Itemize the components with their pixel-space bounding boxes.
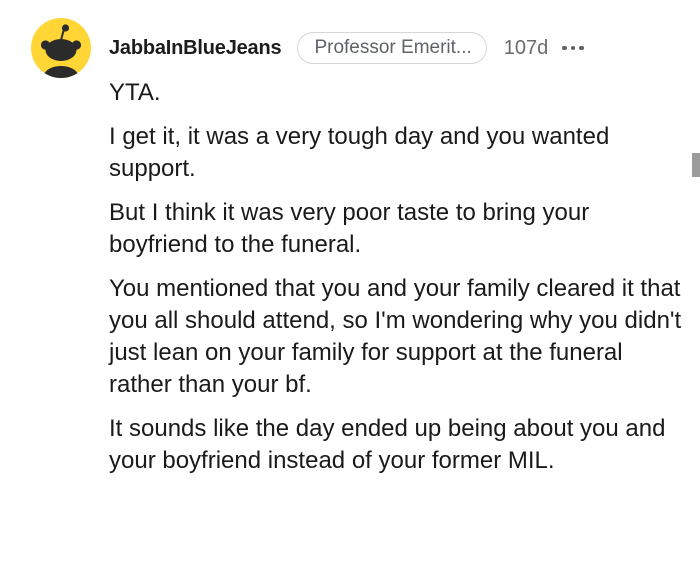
user-flair: Professor Emerit...	[297, 32, 487, 64]
comment-header: JabbaInBlueJeans Professor Emerit... 107…	[109, 31, 584, 65]
comment-paragraph: It sounds like the day ended up being ab…	[109, 415, 666, 474]
user-avatar-icon[interactable]	[31, 18, 91, 78]
comment-paragraph: But I think it was very poor taste to br…	[109, 199, 590, 258]
comment-paragraph: YTA.	[109, 79, 161, 106]
comment: JabbaInBlueJeans Professor Emerit... 107…	[0, 0, 700, 586]
more-options-dot	[570, 45, 576, 51]
comment-paragraph: You mentioned that you and your family c…	[109, 275, 682, 398]
more-options-dot	[579, 45, 584, 51]
more-options-dot	[562, 45, 567, 51]
scrollbar-thumb[interactable]	[692, 153, 700, 177]
comment-age: 107d	[503, 36, 549, 59]
more-options-icon[interactable]	[562, 38, 584, 58]
username-link[interactable]: JabbaInBlueJeans	[109, 37, 282, 60]
comment-paragraph: I get it, it was a very tough day and yo…	[109, 123, 610, 182]
comment-body: YTA. I get it, it was a very tough day a…	[109, 77, 689, 489]
